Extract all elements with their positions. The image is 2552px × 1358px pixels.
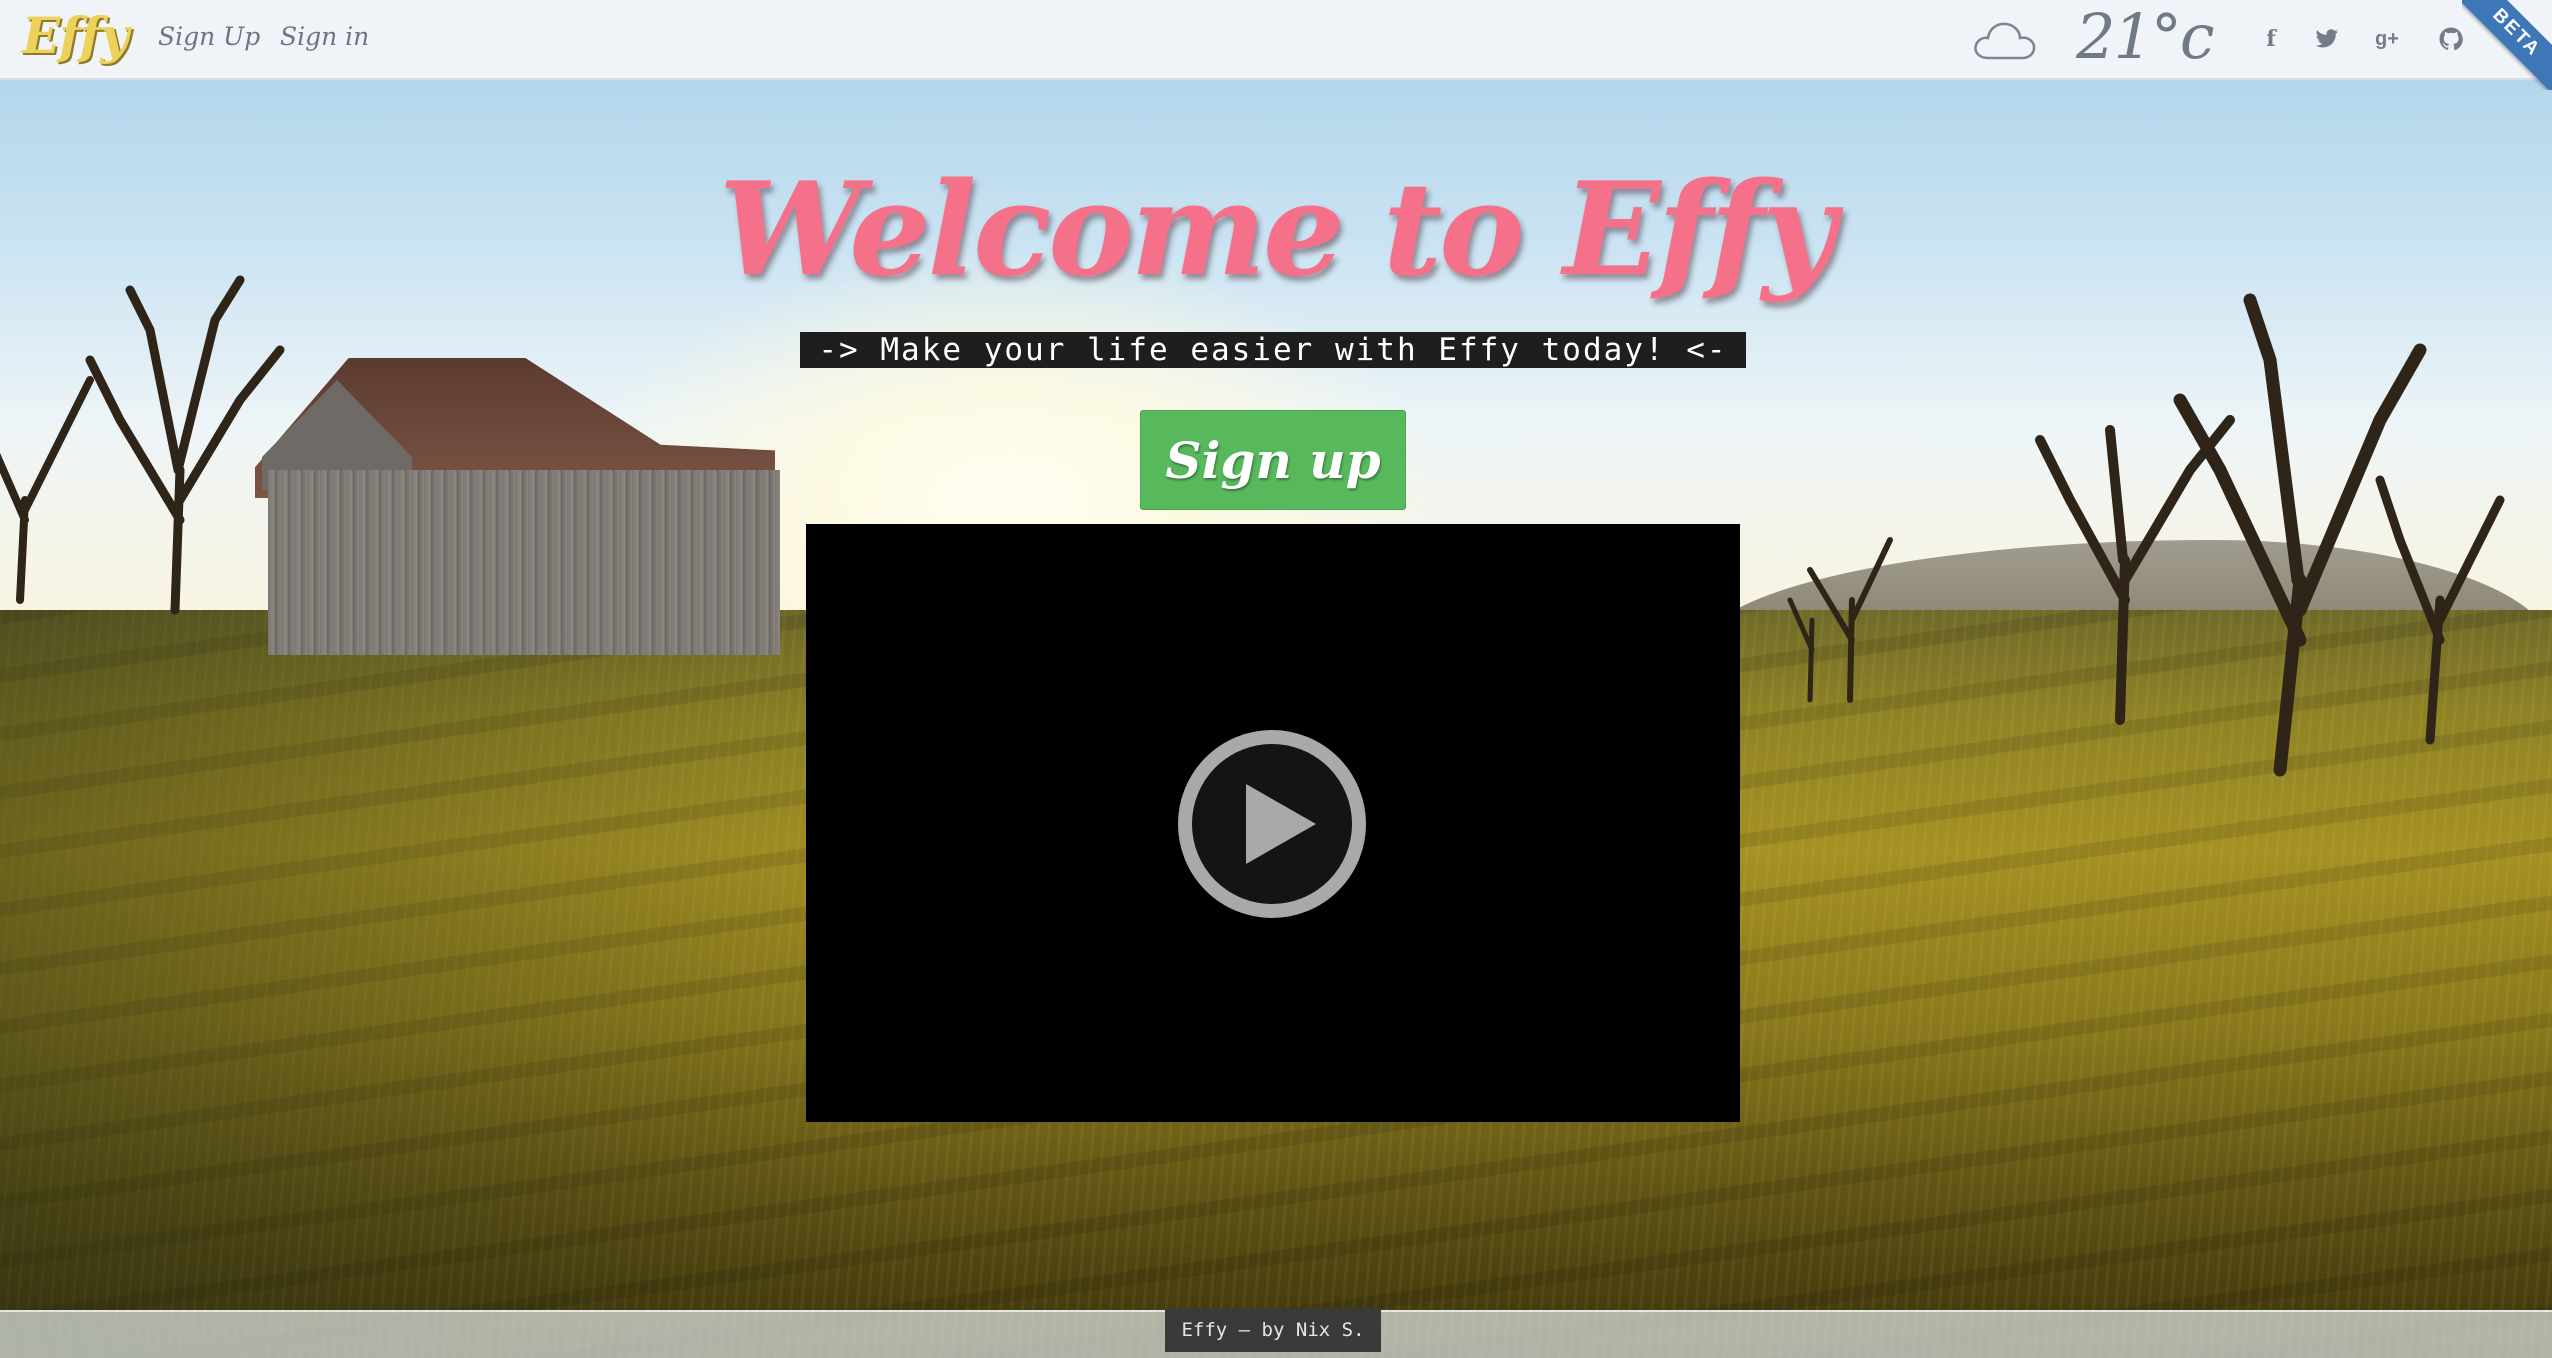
beta-ribbon-corner: BETA — [2462, 0, 2552, 90]
nav-sign-up-link[interactable]: Sign Up — [158, 22, 260, 51]
google-plus-icon[interactable]: g+ — [2372, 24, 2402, 54]
beta-ribbon: BETA — [2462, 0, 2552, 90]
nav-sign-in-link[interactable]: Sign in — [280, 22, 369, 51]
play-icon[interactable] — [1176, 728, 1368, 920]
video-player[interactable] — [806, 524, 1740, 1122]
effy-logo[interactable]: Effy — [22, 6, 129, 65]
hero-title: Welcome to Effy — [718, 155, 1836, 305]
hero-tagline: -> Make your life easier with Effy today… — [800, 332, 1746, 368]
top-navigation-bar: Effy Sign Up Sign in 21°c f g+ BETA — [0, 0, 2552, 90]
temperature-readout: 21°c — [2076, 0, 2215, 73]
twitter-icon[interactable] — [2312, 24, 2342, 54]
footer-credit: Effy – by Nix S. — [1165, 1308, 1381, 1352]
facebook-icon[interactable]: f — [2256, 24, 2286, 54]
cloud-icon — [1974, 22, 2036, 60]
sign-up-button[interactable]: Sign up — [1140, 410, 1406, 510]
